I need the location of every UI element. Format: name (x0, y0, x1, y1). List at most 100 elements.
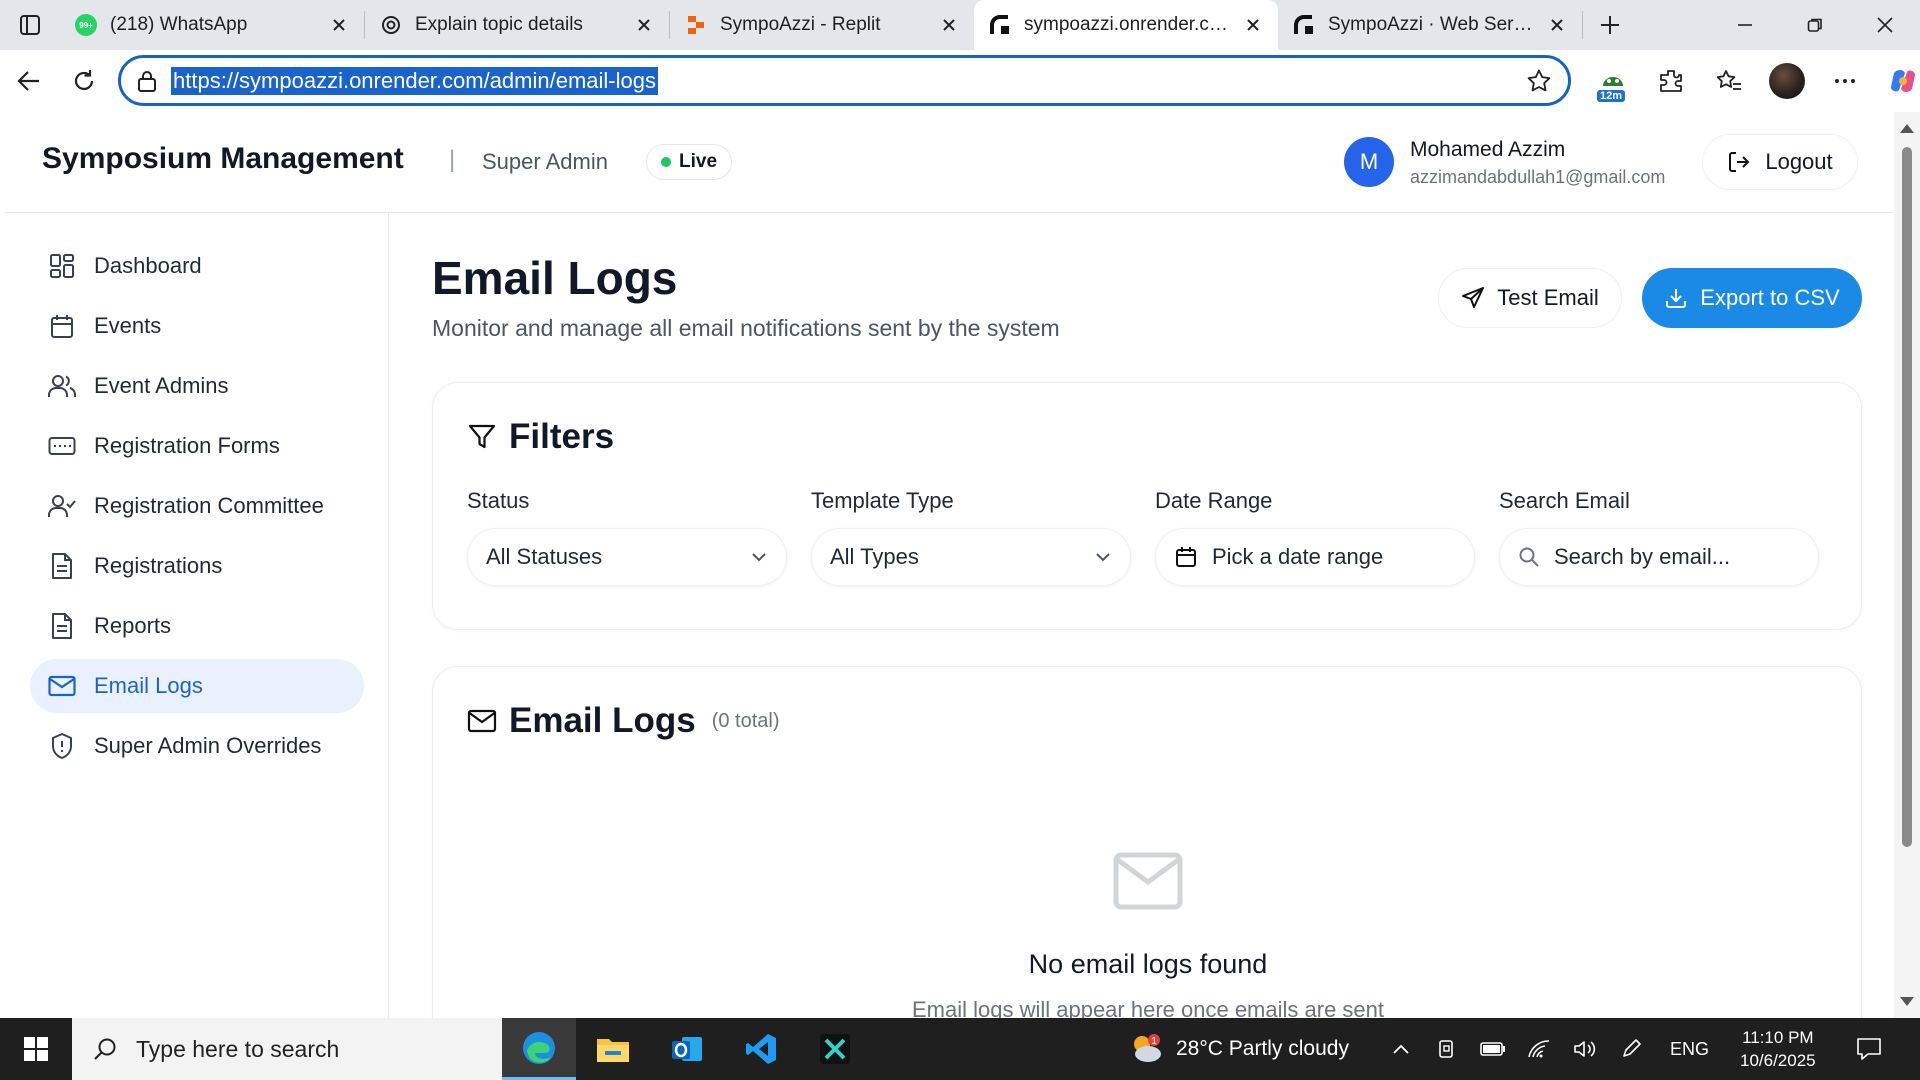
refresh-button[interactable] (57, 54, 111, 108)
filters-title: Filters (509, 417, 615, 456)
live-status-badge: Live (646, 144, 733, 180)
volume-icon[interactable] (1572, 1036, 1598, 1062)
browser-tab-whatsapp[interactable]: 99+ (218) WhatsApp (60, 0, 364, 50)
app-header: Symposium Management | Super Admin Live … (6, 112, 1894, 213)
filters-card: Filters Status All Statuses Template Typ… (432, 382, 1862, 630)
tab-close-icon[interactable] (328, 14, 350, 36)
scroll-up-arrow-icon[interactable] (1900, 124, 1914, 133)
taskbar-clock[interactable]: 11:10 PM 10/6/2025 (1740, 1026, 1816, 1072)
copilot-icon (1891, 70, 1915, 92)
extensions-button[interactable] (1644, 54, 1698, 108)
chatgpt-icon (379, 13, 403, 37)
browser-tab-sympoazzi-active[interactable]: sympoazzi.onrender.com/a (974, 0, 1278, 50)
outlook-icon (672, 1037, 702, 1061)
user-avatar[interactable]: M (1344, 137, 1394, 187)
copilot-button[interactable] (1876, 54, 1920, 108)
sidebar-item-registrations[interactable]: Registrations (30, 539, 364, 593)
logout-button[interactable]: Logout (1702, 134, 1858, 190)
sidebar-item-dashboard[interactable]: Dashboard (30, 239, 364, 293)
browser-tab-chatgpt[interactable]: Explain topic details (365, 0, 669, 50)
clock-date: 10/6/2025 (1740, 1051, 1816, 1070)
chevron-down-icon (1096, 553, 1110, 562)
taskbar-search-box[interactable]: Type here to search (72, 1018, 502, 1080)
filter-icon (468, 424, 496, 449)
status-select[interactable]: All Statuses (467, 528, 787, 586)
sidebar-item-email-logs[interactable]: Email Logs (30, 659, 364, 713)
tab-label: SympoAzzi - Replit (720, 14, 881, 35)
minimize-button[interactable] (1710, 0, 1780, 50)
export-csv-button[interactable]: Export to CSV (1642, 268, 1862, 328)
browser-tab-render-service[interactable]: SympoAzzi · Web Service · (1278, 0, 1582, 50)
favorites-button[interactable] (1702, 54, 1756, 108)
email-logs-count: (0 total) (711, 709, 780, 732)
sidebar-item-event-admins[interactable]: Event Admins (30, 359, 364, 413)
tab-close-icon[interactable] (1546, 14, 1568, 36)
sidebar-item-label: Email Logs (94, 673, 203, 698)
taskbar-search-placeholder: Type here to search (136, 1035, 340, 1062)
weather-cloud-sun-icon: 1 (1134, 1034, 1161, 1062)
search-icon (1519, 547, 1539, 567)
tab-close-icon[interactable] (938, 14, 960, 36)
mail-icon (48, 672, 76, 700)
browser-tab-replit[interactable]: SympoAzzi - Replit (670, 0, 974, 50)
taskbar-file-explorer[interactable] (576, 1018, 650, 1080)
close-window-button[interactable] (1850, 0, 1920, 50)
sidebar-item-super-admin-overrides[interactable]: Super Admin Overrides (30, 719, 364, 773)
favorite-star-icon[interactable] (1526, 68, 1552, 94)
search-email-filter: Search Email Search by email... (1499, 488, 1819, 586)
template-type-select[interactable]: All Types (811, 528, 1131, 586)
brand-separator: | (449, 146, 456, 173)
weather-widget[interactable]: 1 28°C Partly cloudy (1128, 1018, 1349, 1080)
sidebar-item-label: Dashboard (94, 253, 202, 278)
status-select-value: All Statuses (486, 544, 603, 569)
pen-icon[interactable] (1618, 1036, 1644, 1062)
scroll-thumb[interactable] (1902, 147, 1912, 847)
taskbar-vscode[interactable] (724, 1018, 798, 1080)
address-bar[interactable]: https://sympoazzi.onrender.com/admin/ema… (118, 55, 1571, 106)
vscode-icon (746, 1034, 776, 1064)
web-page: Symposium Management | Super Admin Live … (6, 112, 1894, 1018)
start-button[interactable] (0, 1018, 72, 1080)
page-scrollbar[interactable] (1894, 112, 1920, 1018)
edge-browser-icon (523, 1031, 555, 1064)
back-button[interactable] (2, 54, 56, 108)
sidebar-item-reports[interactable]: Reports (30, 599, 364, 653)
page-title: Email Logs (432, 252, 678, 304)
tab-actions-button[interactable] (0, 0, 60, 50)
sidebar-item-registration-forms[interactable]: Registration Forms (30, 419, 364, 473)
search-email-input[interactable]: Search by email... (1499, 528, 1819, 586)
extension-timer-button[interactable]: 12m (1586, 54, 1640, 108)
tab-close-icon[interactable] (1242, 14, 1264, 36)
restore-icon (1807, 18, 1822, 32)
meet-now-icon[interactable] (1434, 1036, 1460, 1062)
sidebar-item-registration-committee[interactable]: Registration Committee (30, 479, 364, 533)
tab-close-icon[interactable] (633, 14, 655, 36)
scroll-down-arrow-icon[interactable] (1900, 997, 1914, 1006)
main-content: Email Logs Monitor and manage all email … (390, 213, 1894, 1018)
tray-expand-chevron-icon[interactable] (1388, 1036, 1414, 1062)
restore-button[interactable] (1780, 0, 1850, 50)
profile-button[interactable] (1760, 54, 1814, 108)
input-language[interactable]: ENG (1670, 1039, 1709, 1060)
browser-menu-button[interactable] (1818, 54, 1872, 108)
browser-toolbar: https://sympoazzi.onrender.com/admin/ema… (0, 50, 1920, 112)
sidebar-item-events[interactable]: Events (30, 299, 364, 353)
test-email-button[interactable]: Test Email (1438, 268, 1622, 328)
new-tab-button[interactable] (1583, 0, 1637, 50)
system-tray: ENG (1388, 1018, 1709, 1080)
url-text[interactable]: https://sympoazzi.onrender.com/admin/ema… (171, 66, 658, 95)
notification-center-button[interactable] (1856, 1036, 1882, 1062)
date-range-placeholder: Pick a date range (1212, 544, 1384, 569)
tab-label: sympoazzi.onrender.com/a (1024, 14, 1230, 35)
taskbar-edge[interactable] (502, 1018, 576, 1080)
wifi-icon[interactable] (1526, 1036, 1552, 1062)
taskbar-app[interactable] (798, 1018, 872, 1080)
lock-icon (138, 70, 156, 92)
filters-heading: Filters (467, 417, 614, 457)
date-range-picker[interactable]: Pick a date range (1155, 528, 1475, 586)
puzzle-icon (1660, 70, 1682, 92)
battery-icon[interactable] (1480, 1036, 1506, 1062)
taskbar-outlook[interactable] (650, 1018, 724, 1080)
replit-icon (684, 13, 708, 37)
weather-text: 28°C Partly cloudy (1176, 1037, 1349, 1060)
